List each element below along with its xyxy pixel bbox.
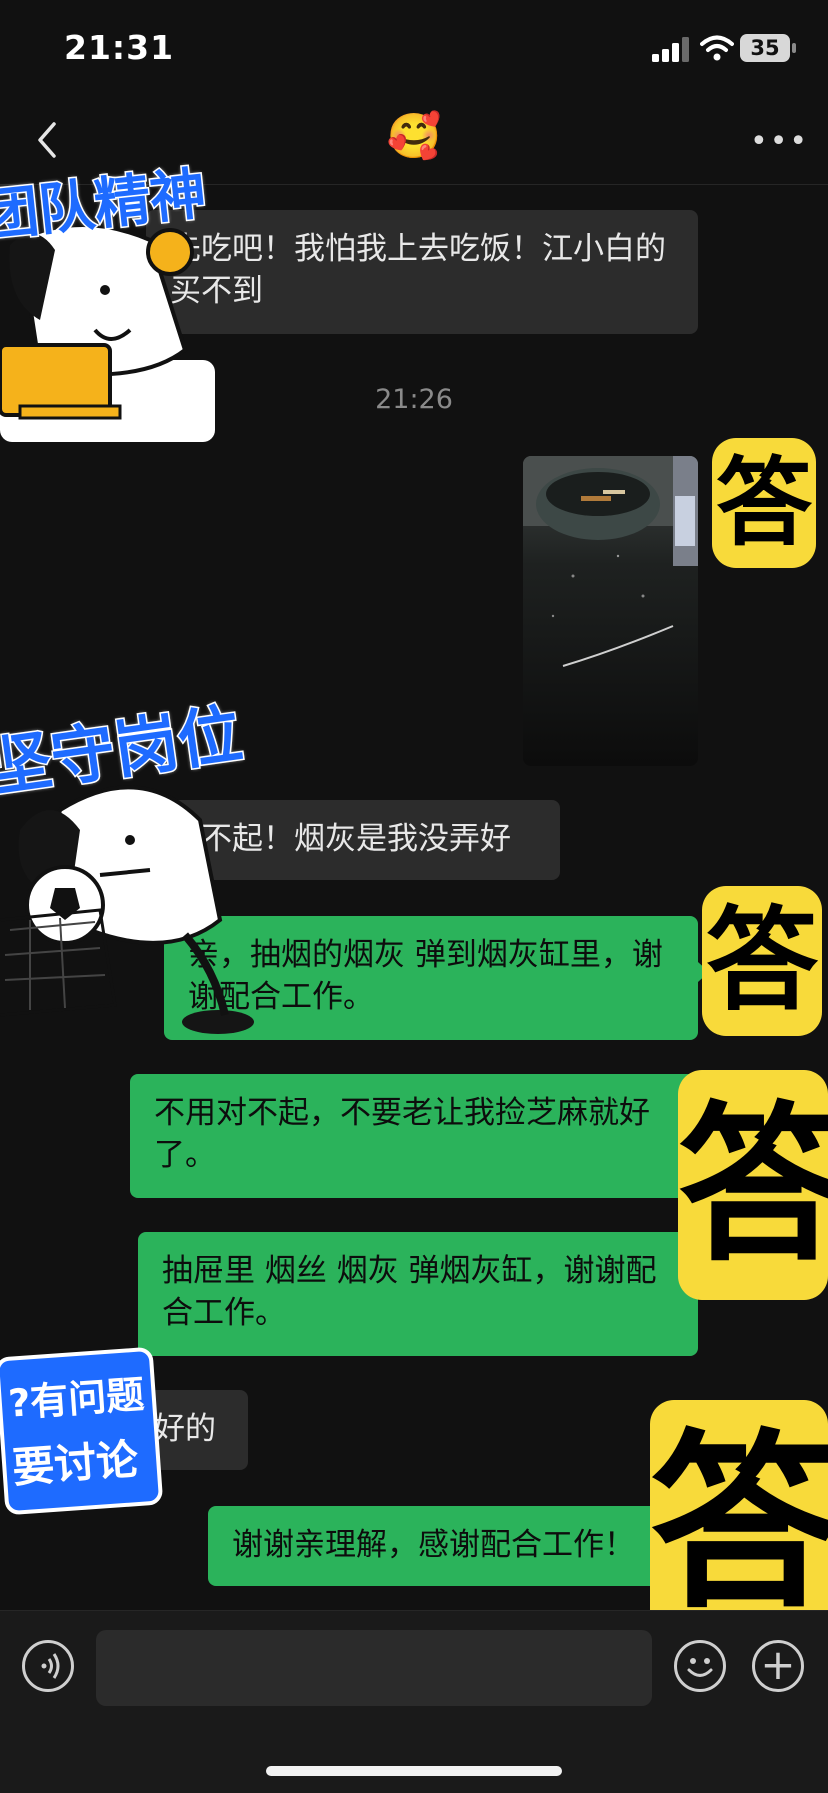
more-options-icon[interactable]: ••• [750, 124, 807, 159]
image-message[interactable] [523, 456, 698, 766]
emoji-icon[interactable] [674, 1640, 726, 1692]
message-text: 好的 [154, 1411, 216, 1447]
status-time: 21:31 [64, 28, 175, 67]
message-text: 先吃吧！我怕我上去吃饭！江小白的买不到 [170, 231, 666, 309]
message-outgoing[interactable]: 不用对不起，不要老让我捡芝麻就好了。 [130, 1074, 698, 1198]
sticker-question-line2: 要讨论 [10, 1434, 140, 1493]
wifi-icon [700, 35, 734, 61]
dog-football-sticker-art [0, 785, 254, 1034]
message-outgoing[interactable]: 谢谢亲理解，感谢配合工作！ [208, 1506, 698, 1586]
battery-indicator: 35 [740, 34, 790, 62]
back-arrow-icon[interactable] [30, 118, 66, 162]
sticker-answer-1: 答 [712, 438, 816, 568]
sticker-answer-4: 答 [650, 1400, 828, 1645]
sticker-question-line1: ?有问题 [6, 1372, 146, 1426]
home-indicator[interactable] [266, 1766, 562, 1776]
add-icon[interactable]: + [752, 1640, 804, 1692]
message-input[interactable] [96, 1630, 652, 1706]
smiley-glyph [687, 1658, 713, 1677]
sound-wave-glyph [41, 1653, 60, 1679]
cellular-signal-icon [652, 37, 689, 62]
battery-cap [792, 43, 796, 53]
ashtray-photo [523, 456, 698, 667]
chat-title: 🥰 [386, 111, 442, 162]
message-text: 不用对不起，不要老让我捡芝麻就好了。 [154, 1095, 650, 1173]
sticker-answer-2: 答 [702, 886, 822, 1036]
message-incoming[interactable]: 先吃吧！我怕我上去吃饭！江小白的买不到 [146, 210, 698, 334]
message-outgoing[interactable]: 抽屉里 烟丝 烟灰 弹烟灰缸，谢谢配合工作。 [138, 1232, 698, 1356]
voice-input-icon[interactable] [22, 1640, 74, 1692]
message-text: 抽屉里 烟丝 烟灰 弹烟灰缸，谢谢配合工作。 [162, 1253, 657, 1331]
message-text: 谢谢亲理解，感谢配合工作！ [232, 1527, 635, 1563]
sticker-answer-3: 答 [678, 1070, 828, 1300]
